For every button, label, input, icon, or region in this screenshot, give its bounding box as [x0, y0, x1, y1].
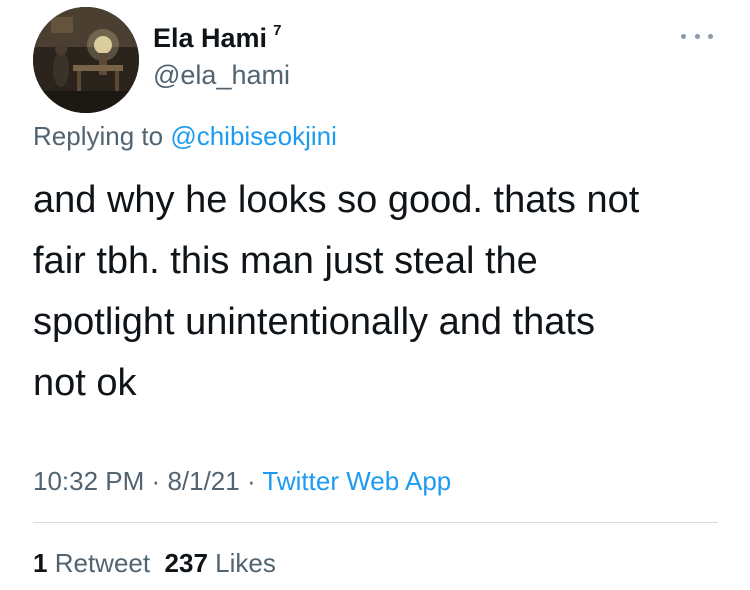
replying-to-label: Replying to — [33, 121, 164, 151]
tweet-text-line: not ok — [33, 362, 137, 404]
author-name-row[interactable]: Ela Hami 7 — [153, 18, 281, 58]
retweets-stat[interactable]: 1 Retweet — [33, 548, 150, 578]
engagement-stats: 1 Retweet 237 Likes — [33, 545, 276, 581]
meta-separator: · — [151, 466, 161, 496]
tweet-text-line: and why he looks so good. thats not — [33, 179, 640, 221]
tweet-text-line: fair tbh. this man just steal the — [33, 240, 538, 282]
tweet-card: Ela Hami 7 @ela_hami Replying to @chibis… — [0, 0, 750, 590]
more-dot — [694, 33, 700, 39]
likes-count: 237 — [164, 548, 208, 578]
likes-label: Likes — [215, 548, 276, 578]
divider — [33, 522, 718, 523]
tweet-text: and why he looks so good. thats not fair… — [33, 170, 723, 414]
avatar[interactable] — [33, 7, 139, 113]
tweet-text-line: spotlight unintentionally and thats — [33, 301, 595, 343]
tweet-date[interactable]: 8/1/21 — [167, 466, 239, 496]
replying-to-mention[interactable]: @chibiseokjini — [170, 121, 337, 151]
meta-separator: · — [246, 466, 256, 496]
retweets-label: Retweet — [54, 548, 151, 578]
replying-to: Replying to @chibiseokjini — [33, 118, 337, 154]
tweet-meta: 10:32 PM · 8/1/21 · Twitter Web App — [33, 463, 451, 499]
retweets-count: 1 — [33, 548, 48, 578]
likes-stat[interactable]: 237 Likes — [165, 548, 276, 578]
tweet-source-link[interactable]: Twitter Web App — [262, 466, 451, 496]
author-name-suffix: 7 — [273, 22, 282, 39]
tweet-time[interactable]: 10:32 PM — [33, 466, 144, 496]
more-dot — [681, 33, 686, 39]
more-options-icon[interactable] — [681, 28, 713, 44]
avatar-photo-icon — [33, 7, 139, 113]
more-dot — [708, 33, 713, 39]
author-handle[interactable]: @ela_hami — [153, 57, 290, 93]
author-display-name[interactable]: Ela Hami — [153, 18, 267, 58]
